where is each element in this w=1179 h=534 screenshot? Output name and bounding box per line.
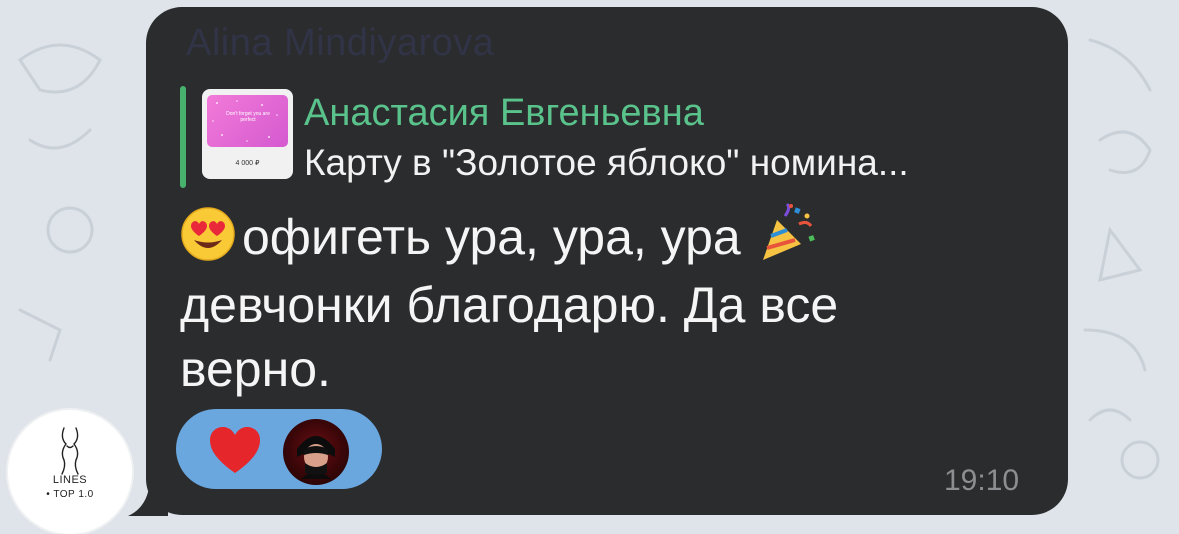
lines-logo-watermark: LINES • TOP 1.0: [8, 410, 132, 534]
gift-card-text: Don't forget you are perfect: [226, 111, 270, 123]
message-time: 19:10: [944, 464, 1020, 497]
message-line-1: офигеть ура, ура, ура: [180, 202, 819, 266]
reactions-pill[interactable]: [176, 409, 382, 489]
watermark-line-1: LINES: [52, 474, 88, 486]
party-popper-emoji-icon: [762, 202, 815, 260]
heart-eyes-emoji-icon: [181, 207, 235, 261]
reply-author: Анастасия Евгеньевна: [304, 92, 704, 134]
body-silhouette-icon: [61, 427, 79, 475]
watermark-line-2: • TOP 1.0: [46, 489, 94, 500]
sender-name[interactable]: Alina Mindiyarova: [186, 22, 494, 65]
reply-quote[interactable]: Don't forget you are perfect 4 000 ₽ Ана…: [180, 86, 1040, 190]
gift-card-image: Don't forget you are perfect: [207, 95, 288, 147]
reply-preview-text: Карту в "Золотое яблоко" номина...: [304, 142, 909, 183]
gift-card-price: 4 000 ₽: [235, 160, 260, 167]
message-text-line-3: верно.: [180, 341, 331, 397]
reactor-avatar-image: [297, 436, 335, 479]
message-text-line-2: девчонки благодарю. Да все: [180, 277, 839, 333]
reply-accent-bar: [180, 86, 186, 188]
reactor-avatar[interactable]: [283, 419, 349, 485]
reply-thumbnail: Don't forget you are perfect 4 000 ₽: [202, 89, 293, 179]
heart-reaction-icon[interactable]: [208, 425, 262, 475]
message-text-line-1: офигеть ура, ура, ура: [242, 209, 741, 265]
